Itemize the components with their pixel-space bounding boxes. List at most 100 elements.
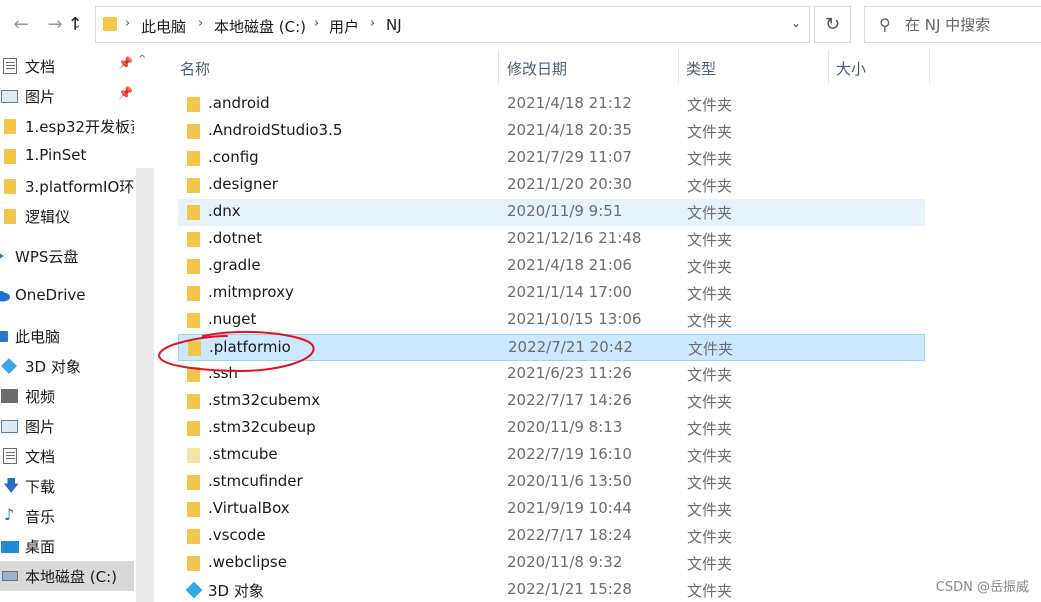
folder-icon [103,17,117,31]
nav-item-documents-quick[interactable]: 文档 📌 [0,53,134,79]
column-divider[interactable] [828,50,829,84]
file-type: 文件夹 [687,555,733,573]
file-name: .config [208,148,259,166]
file-row[interactable]: .dnx 2020/11/9 9:51 文件夹 [178,199,925,226]
nav-item-label: 本地磁盘 (C:) [25,568,117,586]
file-list-pane[interactable]: ^ 名称 修改日期 类型 大小 .android 2021/4/18 21:12 文… [155,50,1041,602]
file-modified-date: 2022/7/21 20:42 [508,338,633,356]
search-box[interactable]: ⚲ [864,6,1041,43]
column-header-name[interactable]: 名称 [180,58,210,86]
file-modified-date: 2021/4/18 21:12 [507,94,632,112]
folder-icon [188,341,201,356]
folder-icon [4,209,16,224]
file-modified-date: 2021/4/18 21:06 [507,256,632,274]
folder-icon [187,448,200,463]
nav-item-platformio-env[interactable]: 3.platformIO环境 [0,173,134,199]
file-row[interactable]: .config 2021/7/29 11:07 文件夹 [178,145,925,172]
folder-icon [187,556,200,571]
nav-item-documents[interactable]: 文档 [0,443,134,469]
nav-item-wps-cloud[interactable]: WPS云盘 [0,243,134,269]
column-divider[interactable] [498,50,499,84]
file-name: .vscode [208,526,266,544]
breadcrumb-nj[interactable]: NJ [386,16,402,34]
breadcrumb-local-disk[interactable]: 本地磁盘 (C:) [214,16,306,37]
nav-item-videos[interactable]: 视频 [0,383,134,409]
file-row[interactable]: .stm32cubemx 2022/7/17 14:26 文件夹 [178,388,925,415]
nav-item-this-pc[interactable]: 此电脑 [0,323,134,349]
file-row[interactable]: .mitmproxy 2021/1/14 17:00 文件夹 [178,280,925,307]
nav-item-downloads[interactable]: 🡇 下载 [0,473,134,499]
search-input[interactable] [905,14,1040,36]
nav-item-esp32[interactable]: 1.esp32开发板资 [0,113,134,139]
chevron-right-icon: › [370,16,376,31]
chevron-right-icon: › [314,16,320,31]
file-row[interactable]: .stmcufinder 2020/11/6 13:50 文件夹 [178,469,925,496]
nav-item-label: 图片 [25,418,56,436]
file-row[interactable]: .webclipse 2020/11/8 9:32 文件夹 [178,550,925,577]
pin-icon[interactable]: 📌 [118,86,133,100]
scroll-up-icon[interactable]: ^ [138,54,146,65]
nav-item-logic-analyzer[interactable]: 逻辑仪 [0,203,134,229]
file-type: 文件夹 [687,420,733,438]
file-row[interactable]: .dotnet 2021/12/16 21:48 文件夹 [178,226,925,253]
nav-item-music[interactable]: ♪ 音乐 [0,503,134,529]
folder-icon [4,119,16,134]
file-row[interactable]: .platformio 2022/7/21 20:42 文件夹 [178,334,925,361]
nav-item-pinset[interactable]: 1.PinSet [0,143,134,169]
file-row[interactable]: .nuget 2021/10/15 13:06 文件夹 [178,307,925,334]
nav-item-local-disk-c[interactable]: 本地磁盘 (C:) [0,561,134,591]
nav-item-label: 图片 [25,88,56,106]
arrow-up-icon: ↑ [67,14,83,35]
up-button[interactable]: ↑ [66,12,84,38]
file-row[interactable]: .ssh 2021/6/23 11:26 文件夹 [178,361,925,388]
nav-item-pictures-quick[interactable]: 图片 📌 [0,83,134,109]
breadcrumb-users[interactable]: 用户 [329,16,359,37]
nav-item-3d-objects[interactable]: 3D 对象 [0,353,134,379]
file-row[interactable]: .designer 2021/1/20 20:30 文件夹 [178,172,925,199]
file-row[interactable]: 3D 对象 2022/1/21 15:28 文件夹 [178,577,925,602]
pin-icon[interactable]: 📌 [118,56,133,70]
nav-item-label: 此电脑 [15,328,61,346]
folder-icon [187,205,200,220]
file-row[interactable]: .gradle 2021/4/18 21:06 文件夹 [178,253,925,280]
forward-button[interactable]: → [44,12,66,38]
nav-item-desktop[interactable]: 桌面 [0,533,134,559]
nav-scrollbar[interactable] [136,168,154,602]
column-header-size[interactable]: 大小 [836,58,866,86]
file-row[interactable]: .android 2021/4/18 21:12 文件夹 [178,91,925,118]
file-row[interactable]: .vscode 2022/7/17 18:24 文件夹 [178,523,925,550]
navigation-pane[interactable]: ^ 文档 📌 图片 📌 1.esp32开发板资 1.PinSet 3.platf… [0,50,155,602]
file-name: 3D 对象 [208,582,264,600]
file-row[interactable]: .AndroidStudio3.5 2021/4/18 20:35 文件夹 [178,118,925,145]
back-button[interactable]: ← [10,12,32,38]
column-header-date[interactable]: 修改日期 [507,58,567,86]
column-divider[interactable] [678,50,679,84]
nav-item-label: 1.esp32开发板资 [25,118,134,136]
address-bar[interactable]: › 此电脑 › 本地磁盘 (C:) › 用户 › NJ ⌄ [95,6,810,43]
column-divider[interactable] [929,50,930,84]
file-modified-date: 2021/1/14 17:00 [507,283,632,301]
nav-item-pictures[interactable]: 图片 [0,413,134,439]
chevron-right-icon: › [125,16,131,31]
nav-item-onedrive[interactable]: OneDrive [0,283,134,309]
file-row[interactable]: .VirtualBox 2021/9/19 10:44 文件夹 [178,496,925,523]
file-type: 文件夹 [687,393,733,411]
nav-item-label: 桌面 [25,538,56,556]
file-name: .designer [208,175,278,193]
wps-cloud-icon [0,253,4,259]
file-modified-date: 2021/6/23 11:26 [507,364,632,382]
file-row[interactable]: .stm32cubeup 2020/11/9 8:13 文件夹 [178,415,925,442]
breadcrumb-this-pc[interactable]: 此电脑 [141,16,186,37]
nav-item-label: WPS云盘 [15,248,79,266]
desktop-icon [1,541,19,553]
file-modified-date: 2022/7/17 18:24 [507,526,632,544]
address-history-dropdown[interactable]: ⌄ [791,16,801,30]
column-header-type[interactable]: 类型 [686,58,716,86]
file-name: .webclipse [208,553,287,571]
folder-icon [187,421,200,436]
refresh-button[interactable]: ↻ [814,6,851,43]
this-pc-icon [0,331,8,342]
folder-icon [187,151,200,166]
file-row[interactable]: .stmcube 2022/7/19 16:10 文件夹 [178,442,925,469]
nav-item-label: 文档 [25,58,56,76]
